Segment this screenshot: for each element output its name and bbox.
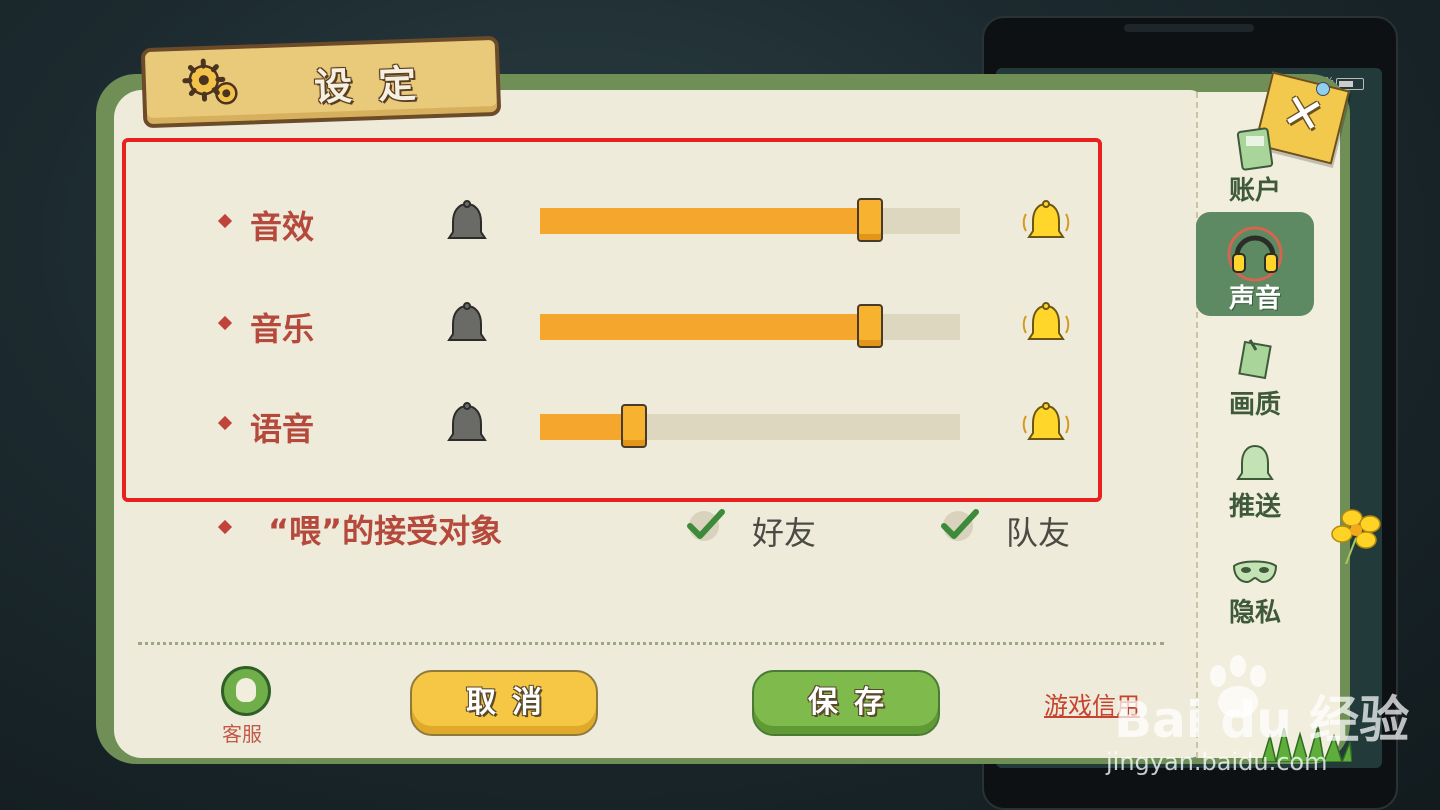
bullet-icon — [217, 415, 233, 431]
slider-row-music: 音乐 — [0, 298, 1100, 358]
picture-icon — [1238, 339, 1272, 380]
page-title: 设定 — [313, 60, 443, 110]
mute-bell-icon[interactable] — [446, 200, 488, 246]
slider-row-sfx: 音效 — [0, 196, 1100, 256]
watermark-logo: Bai du 经验 — [1114, 691, 1410, 749]
watermark-url: jingyan.baidu.com — [1106, 748, 1328, 776]
slider-row-voice: 语音 — [0, 398, 1100, 458]
slider-label: 语音 — [250, 410, 315, 448]
save-button[interactable]: 保存 — [752, 670, 940, 736]
slider-fill — [540, 314, 868, 340]
tab-label: 隐私 — [1228, 598, 1281, 628]
title-board: 设定 — [140, 35, 502, 129]
gear-icon — [182, 58, 238, 105]
tab-quality[interactable]: 画质 — [1196, 330, 1314, 420]
phone-notch — [1124, 24, 1254, 32]
slider-track[interactable] — [540, 404, 960, 448]
feed-recipient-row: “喂”的接受对象 好友 队友 — [0, 500, 1100, 560]
bullet-icon — [217, 315, 233, 331]
footer-divider — [138, 642, 1164, 645]
loud-bell-icon[interactable] — [1020, 400, 1072, 448]
slider-handle[interactable] — [857, 304, 883, 348]
pin-icon — [1316, 82, 1330, 96]
slider-handle[interactable] — [857, 198, 883, 242]
slider-fill — [540, 414, 632, 440]
tab-label: 画质 — [1228, 390, 1281, 420]
checkmark-icon[interactable] — [940, 508, 980, 542]
slider-label: 音效 — [250, 208, 315, 246]
checkmark-icon[interactable] — [686, 508, 726, 542]
bell-icon — [1236, 444, 1274, 480]
feed-label: “喂”的接受对象 — [268, 512, 503, 550]
slider-track[interactable] — [540, 304, 960, 348]
tab-sound[interactable]: 声音 — [1196, 212, 1314, 316]
mute-bell-icon[interactable] — [446, 302, 488, 348]
customer-service-icon — [221, 666, 271, 716]
tab-push[interactable]: 推送 — [1196, 438, 1314, 524]
slider-handle[interactable] — [621, 404, 647, 448]
watermark: Bai du 经验 jingyan.baidu.com — [1100, 655, 1409, 790]
slider-track[interactable] — [540, 198, 960, 242]
mute-bell-icon[interactable] — [446, 402, 488, 448]
customer-service-button[interactable]: 客服 — [218, 666, 274, 746]
headphones-icon — [1227, 226, 1283, 282]
option-teammates-label[interactable]: 队友 — [1006, 508, 1070, 554]
tab-account[interactable]: 账户 — [1196, 118, 1314, 208]
slider-label: 音乐 — [250, 310, 315, 348]
tab-label: 账户 — [1228, 176, 1281, 206]
bullet-icon — [217, 519, 233, 535]
option-friends-label[interactable]: 好友 — [752, 508, 816, 554]
tab-label: 声音 — [1228, 284, 1281, 314]
bullet-icon — [217, 213, 233, 229]
tab-privacy[interactable]: 隐私 — [1196, 546, 1314, 632]
cancel-button[interactable]: 取消 — [410, 670, 598, 736]
flower-icon — [1331, 509, 1381, 564]
account-card-icon — [1236, 127, 1274, 171]
loud-bell-icon[interactable] — [1020, 198, 1072, 246]
mask-icon — [1232, 560, 1278, 584]
loud-bell-icon[interactable] — [1020, 300, 1072, 348]
customer-service-label: 客服 — [222, 722, 262, 746]
slider-fill — [540, 208, 868, 234]
tab-label: 推送 — [1228, 492, 1281, 522]
